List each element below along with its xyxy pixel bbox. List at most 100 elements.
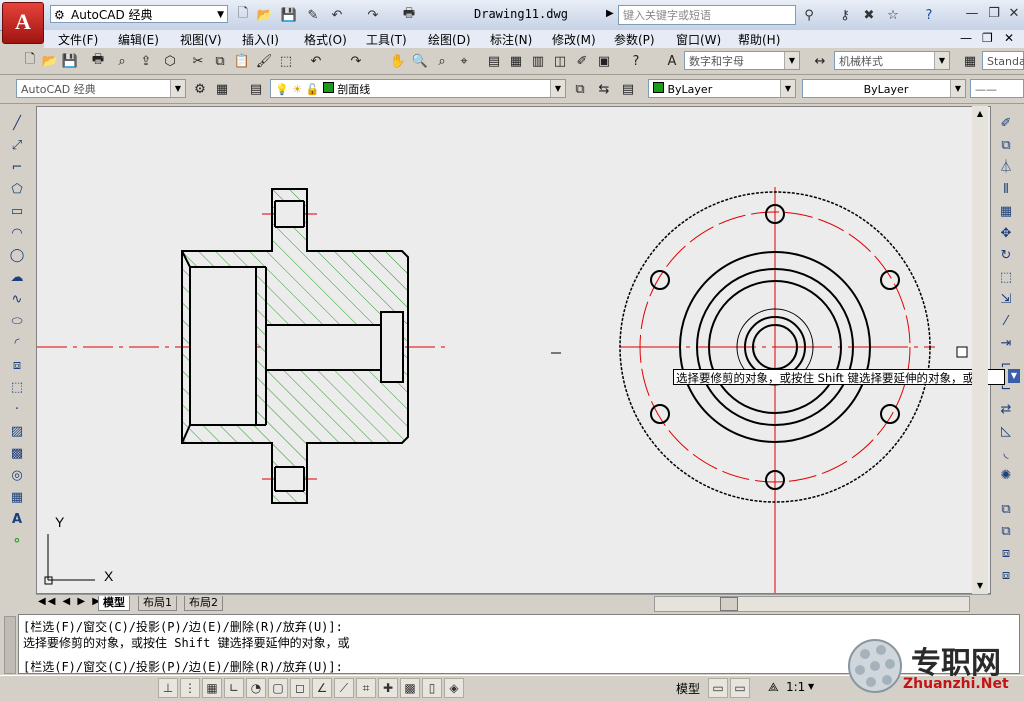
quick-view-drawings-icon[interactable]: ▭ [730, 678, 750, 698]
help-search-input[interactable]: 键入关键字或短语 [618, 5, 796, 25]
annotation-scale-icon[interactable]: ⟁ [768, 680, 779, 695]
menu-file[interactable]: 文件(F) [58, 31, 98, 48]
move-icon[interactable]: ✥ [996, 224, 1016, 244]
erase-icon[interactable]: ✐ [996, 114, 1016, 134]
undo-icon[interactable]: ↶ [306, 51, 326, 71]
scroll-up-icon[interactable]: ▲ [972, 106, 988, 122]
print-icon[interactable]: 🖶 [400, 6, 418, 24]
doc-close-icon[interactable]: ✕ [1004, 31, 1014, 45]
save-as-icon[interactable]: ✎ [304, 6, 322, 24]
linetype-dropdown[interactable]: ByLayer ▼ [802, 79, 966, 98]
draworder-above-icon[interactable]: ⧈ [996, 544, 1016, 564]
menu-tools[interactable]: 工具(T) [366, 31, 407, 48]
vertical-scrollbar[interactable] [972, 106, 988, 594]
zoom-previous-icon[interactable]: ⌖ [454, 51, 474, 71]
menu-help[interactable]: 帮助(H) [738, 31, 780, 48]
help-icon[interactable]: ? [920, 6, 938, 24]
redo-icon[interactable]: ↷ [346, 51, 366, 71]
zoom-window-icon[interactable]: ⌕ [432, 51, 452, 71]
properties-icon[interactable]: ▤ [484, 51, 504, 71]
horizontal-scroll-thumb[interactable] [720, 597, 738, 611]
layer-previous-icon[interactable]: ⇆ [594, 79, 614, 99]
layer-states-icon[interactable]: ▤ [618, 79, 638, 99]
copy-icon[interactable]: ⧉ [210, 51, 230, 71]
undo-icon[interactable]: ↶ [328, 6, 346, 24]
scroll-down-icon[interactable]: ▼ [972, 578, 988, 594]
new-icon[interactable]: 🗋 [20, 51, 40, 71]
command-window-grip[interactable] [4, 616, 16, 674]
search-expand-icon[interactable]: ▶ [606, 8, 614, 19]
menu-draw[interactable]: 绘图(D) [428, 31, 471, 48]
open-folder-icon[interactable]: 📂 [256, 6, 274, 24]
copy-object-icon[interactable]: ⧉ [996, 136, 1016, 156]
join-icon[interactable]: ⇄ [996, 400, 1016, 420]
multiline-text-icon[interactable]: A [7, 510, 27, 530]
point-icon[interactable]: · [7, 400, 27, 420]
region-icon[interactable]: ◎ [7, 466, 27, 486]
quick-view-layouts-icon[interactable]: ▭ [708, 678, 728, 698]
revision-cloud-icon[interactable]: ☁ [7, 268, 27, 288]
menu-edit[interactable]: 编辑(E) [118, 31, 159, 48]
dimension-style-icon[interactable]: ↔ [810, 51, 830, 71]
fillet-icon[interactable]: ◟ [996, 444, 1016, 464]
tab-layout2[interactable]: 布局2 [184, 596, 223, 611]
lineweight-dropdown[interactable]: —— [970, 79, 1024, 98]
infer-constraints-icon[interactable]: ⊥ [158, 678, 178, 698]
polar-tracking-icon[interactable]: ◔ [246, 678, 266, 698]
save-icon[interactable]: 💾 [60, 51, 80, 71]
arc-icon[interactable]: ◠ [7, 224, 27, 244]
text-style-icon[interactable]: A [662, 51, 682, 71]
quickcalc-icon[interactable]: ▣ [594, 51, 614, 71]
chevron-down-icon[interactable]: ▼ [808, 682, 814, 691]
draworder-back-icon[interactable]: ⧉ [996, 522, 1016, 542]
doc-restore-icon[interactable]: ❐ [982, 31, 993, 45]
offset-icon[interactable]: ⫴ [996, 180, 1016, 200]
annotation-scale-value[interactable]: 1:1 [786, 680, 805, 694]
trim-icon[interactable]: ⁄ [996, 312, 1016, 332]
tab-layout1[interactable]: 布局1 [138, 596, 177, 611]
menu-dimension[interactable]: 标注(N) [490, 31, 532, 48]
tool-palettes-icon[interactable]: ▥ [528, 51, 548, 71]
match-properties-icon[interactable]: 🖌 [254, 51, 274, 71]
explode-icon[interactable]: ✺ [996, 466, 1016, 486]
menu-insert[interactable]: 插入(I) [242, 31, 279, 48]
menu-window[interactable]: 窗口(W) [676, 31, 721, 48]
table-icon[interactable]: ▦ [7, 488, 27, 508]
rectangle-icon[interactable]: ▭ [7, 202, 27, 222]
tooltip-expand-icon[interactable]: ▼ [1008, 369, 1020, 383]
ortho-mode-icon[interactable]: ∟ [224, 678, 244, 698]
application-menu-button[interactable]: A [2, 2, 44, 44]
menu-parameters[interactable]: 参数(P) [614, 31, 655, 48]
draworder-under-icon[interactable]: ⧈ [996, 566, 1016, 586]
close-icon[interactable]: ✕ [1002, 4, 1024, 24]
layer-dropdown[interactable]: 💡 ☀ 🔓 剖面线 ▼ [270, 79, 566, 98]
3d-dwf-icon[interactable]: ⬡ [160, 51, 180, 71]
open-icon[interactable]: 📂 [40, 51, 60, 71]
insert-block-icon[interactable]: ⧈ [7, 356, 27, 376]
transparency-icon[interactable]: ▩ [400, 678, 420, 698]
menu-modify[interactable]: 修改(M) [552, 31, 596, 48]
workspace-settings-icon[interactable]: ⚙ [190, 79, 210, 99]
make-block-icon[interactable]: ⬚ [7, 378, 27, 398]
menu-view[interactable]: 视图(V) [180, 31, 222, 48]
menu-format[interactable]: 格式(O) [304, 31, 347, 48]
draworder-front-icon[interactable]: ⧉ [996, 500, 1016, 520]
hatch-icon[interactable]: ▨ [7, 422, 27, 442]
help-icon[interactable]: ? [626, 51, 646, 71]
scale-icon[interactable]: ⬚ [996, 268, 1016, 288]
polygon-icon[interactable]: ⬠ [7, 180, 27, 200]
spline-icon[interactable]: ∿ [7, 290, 27, 310]
communication-center-icon[interactable]: ✖ [860, 6, 878, 24]
color-dropdown[interactable]: ByLayer ▼ [648, 79, 796, 98]
table-style-icon[interactable]: ▦ [960, 51, 980, 71]
binoculars-icon[interactable]: ⚲ [800, 6, 818, 24]
polyline-icon[interactable]: ⌐ [7, 158, 27, 178]
minimize-icon[interactable]: — [960, 4, 984, 24]
model-space-label[interactable]: 模型 [676, 680, 700, 697]
sheet-set-icon[interactable]: ◫ [550, 51, 570, 71]
object-snap-icon[interactable]: ▢ [268, 678, 288, 698]
markup-icon[interactable]: ✐ [572, 51, 592, 71]
circle-icon[interactable]: ◯ [7, 246, 27, 266]
text-style-dropdown[interactable]: 数字和字母 ▼ [684, 51, 800, 70]
line-icon[interactable]: ╱ [7, 114, 27, 134]
